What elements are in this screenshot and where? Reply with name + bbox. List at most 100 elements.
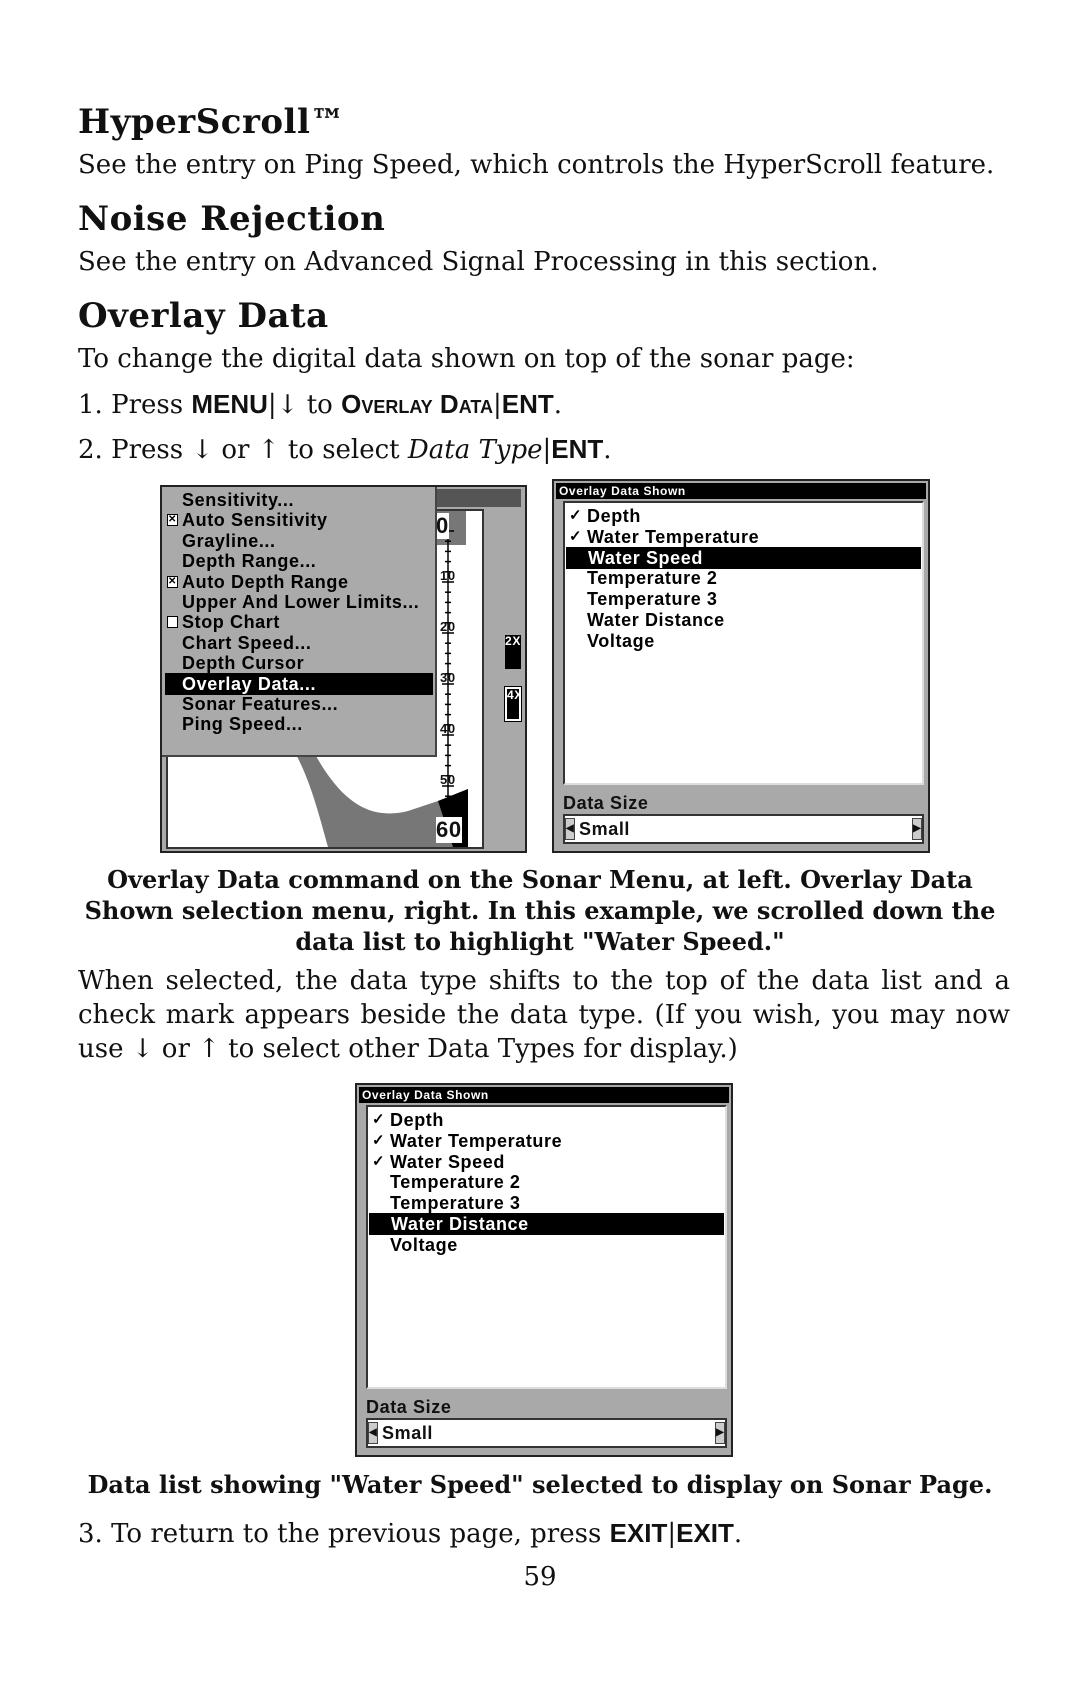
overlay-data-dialog-2: Overlay Data Shown ✓ Depth ✓ Water Temperatu… — [355, 1083, 733, 1457]
depth-label: 40 — [440, 721, 456, 736]
menu-item-label: Overlay Data... — [182, 673, 317, 694]
check-mark-icon: ✓ — [569, 507, 583, 524]
page-number: 59 — [523, 1562, 557, 1592]
paragraph-line: When selected, the data type shifts to t… — [78, 966, 1010, 996]
depth-label: 60 — [436, 817, 462, 843]
zoom-2x-button[interactable]: 2X — [505, 635, 521, 669]
checkbox-icon[interactable]: ✕ — [167, 575, 178, 588]
overlay-data-dialog-1: Overlay Data Shown ✓ Depth ✓ Water Temperatu… — [552, 479, 930, 853]
sonar-menu-screenshot: 0 10 20 30 40 50 60 2X 4X Sensitivity... ✕ Auto … — [160, 485, 527, 853]
data-type-item[interactable]: ✓ Depth — [368, 1109, 725, 1131]
depth-label: 0 — [436, 513, 449, 539]
data-type-label: Water Distance — [587, 610, 725, 630]
data-type-label: Temperature 3 — [587, 589, 718, 610]
data-size-select[interactable]: ◀ Small ▶ — [366, 1418, 727, 1448]
data-size-label: Data Size — [563, 793, 649, 813]
data-type-item[interactable]: ✓ Water Temperature — [565, 526, 922, 548]
arrow-left-icon[interactable]: ◀ — [565, 818, 575, 840]
arrow-left-icon[interactable]: ◀ — [368, 1422, 378, 1444]
menu-item[interactable]: Ping Speed... — [162, 713, 434, 735]
depth-label: 50 — [440, 772, 456, 787]
menu-item[interactable]: Grayline... — [162, 530, 434, 552]
data-type-item[interactable]: Temperature 3 — [565, 588, 922, 610]
data-type-item[interactable]: Temperature 2 — [565, 567, 922, 589]
depth-label: 10 — [440, 568, 456, 583]
menu-item[interactable]: Depth Cursor — [162, 652, 434, 674]
data-type-item[interactable]: Temperature 2 — [368, 1171, 725, 1193]
checkbox-icon[interactable]: ✕ — [167, 514, 178, 527]
data-type-label: Temperature 2 — [390, 1172, 521, 1193]
arrow-right-icon[interactable]: ▶ — [912, 818, 922, 840]
step-3: 3. To return to the previous page, press… — [78, 1518, 743, 1549]
data-type-label: Water Temperature — [587, 526, 760, 547]
data-size-label: Data Size — [366, 1397, 452, 1417]
data-type-item[interactable]: Voltage — [565, 630, 922, 652]
data-type-item[interactable]: Water Distance — [565, 609, 922, 631]
data-type-item[interactable]: ✓ Water Speed — [368, 1151, 725, 1173]
data-type-item[interactable]: Temperature 3 — [368, 1192, 725, 1214]
sonar-menu: Sensitivity... ✕ Auto Sensitivity Grayline.… — [162, 487, 437, 757]
data-size-value: Small — [382, 1423, 434, 1443]
caption-line: data list to highlight "Water Speed." — [295, 927, 785, 956]
menu-item-label: Depth Range... — [182, 551, 317, 572]
step-1: 1. Press MENU|↓ to Overlay Data|ENT. — [78, 389, 563, 420]
menu-item-label: Sensitivity... — [182, 490, 295, 510]
menu-item[interactable]: ✕ Auto Sensitivity — [162, 509, 434, 531]
data-type-label: Depth — [390, 1110, 444, 1130]
menu-item[interactable]: Overlay Data... — [165, 672, 433, 695]
menu-item-label: Chart Speed... — [182, 632, 312, 653]
caption-line: Shown selection menu, right. In this exa… — [84, 896, 996, 925]
data-type-item[interactable]: Water Speed — [566, 546, 921, 569]
zoom-4x-button[interactable]: 4X — [504, 686, 522, 722]
data-type-label: Water Temperature — [390, 1130, 563, 1151]
step-2: 2. Press ↓ or ↑ to select Data Type|ENT. — [78, 434, 612, 465]
heading-noise-rejection: Noise Rejection — [78, 199, 386, 239]
data-type-label: Temperature 3 — [390, 1193, 521, 1214]
caption-2: Data list showing "Water Speed" selected… — [87, 1470, 993, 1499]
menu-item-label: Sonar Features... — [182, 694, 339, 714]
menu-item-label: Grayline... — [182, 530, 276, 551]
menu-item[interactable]: Chart Speed... — [162, 632, 434, 654]
menu-item-label: Upper And Lower Limits... — [182, 592, 420, 612]
menu-item[interactable]: Stop Chart — [162, 611, 434, 633]
noise-rejection-text: See the entry on Advanced Signal Process… — [78, 247, 879, 277]
data-size-select[interactable]: ◀ Small ▶ — [563, 814, 924, 844]
menu-item[interactable]: Depth Range... — [162, 550, 434, 572]
menu-item-label: Auto Sensitivity — [182, 510, 328, 531]
paragraph-line: use ↓ or ↑ to select other Data Types fo… — [78, 1034, 738, 1064]
check-mark-icon: ✓ — [372, 1152, 386, 1170]
menu-item[interactable]: Sonar Features... — [162, 693, 434, 715]
check-mark-icon: ✓ — [372, 1111, 386, 1128]
data-type-label: Water Speed — [390, 1151, 505, 1172]
arrow-right-icon[interactable]: ▶ — [715, 1422, 725, 1444]
dialog-title: Overlay Data Shown — [359, 1087, 729, 1103]
overlay-data-intro: To change the digital data shown on top … — [78, 344, 855, 374]
data-size-value: Small — [579, 819, 631, 839]
data-type-item[interactable]: Water Distance — [369, 1213, 724, 1235]
heading-overlay-data: Overlay Data — [78, 296, 329, 336]
data-type-list[interactable]: ✓ Depth ✓ Water Temperature Water Speed Tempe… — [563, 501, 924, 785]
menu-item-label: Stop Chart — [182, 612, 280, 633]
menu-item-label: Ping Speed... — [182, 714, 303, 735]
depth-label: 30 — [440, 670, 456, 685]
data-type-list[interactable]: ✓ Depth ✓ Water Temperature ✓ Water Speed Temp… — [366, 1105, 727, 1389]
menu-item-label: Depth Cursor — [182, 653, 305, 674]
dialog-title: Overlay Data Shown — [556, 483, 926, 499]
checkbox-icon[interactable] — [167, 616, 178, 629]
data-type-label: Water Speed — [588, 547, 703, 568]
paragraph-line: check mark appears beside the data type.… — [78, 1000, 1010, 1030]
data-type-label: Voltage — [587, 630, 655, 651]
check-mark-icon: ✓ — [372, 1131, 386, 1149]
menu-item-label: Auto Depth Range — [182, 571, 349, 592]
menu-item[interactable]: Sensitivity... — [162, 489, 434, 511]
data-type-label: Temperature 2 — [587, 568, 718, 589]
caption-1: Overlay Data command on the Sonar Menu, … — [60, 864, 1020, 957]
data-type-item[interactable]: Voltage — [368, 1234, 725, 1256]
caption-line: Overlay Data command on the Sonar Menu, … — [107, 865, 973, 894]
menu-item[interactable]: ✕ Auto Depth Range — [162, 571, 434, 593]
heading-hyperscroll: HyperScroll™ — [78, 102, 345, 142]
data-type-item[interactable]: ✓ Water Temperature — [368, 1130, 725, 1152]
depth-label: 20 — [440, 619, 456, 634]
menu-item[interactable]: Upper And Lower Limits... — [162, 591, 434, 613]
data-type-item[interactable]: ✓ Depth — [565, 505, 922, 527]
